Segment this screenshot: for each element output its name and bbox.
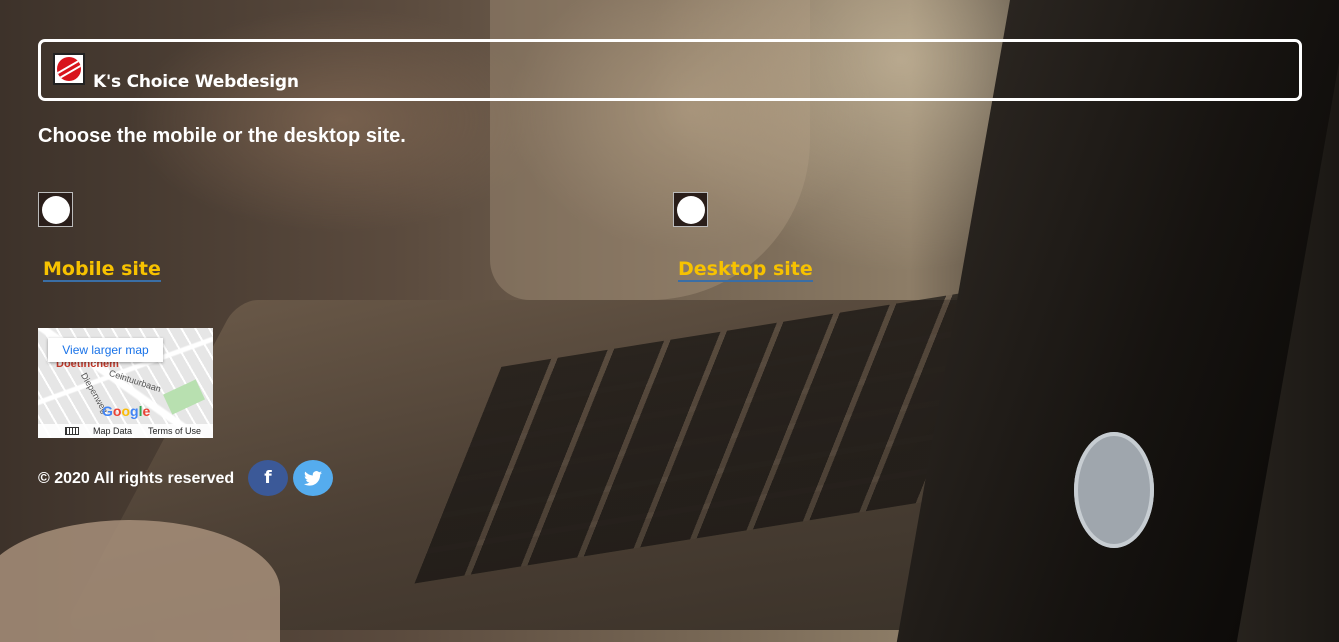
view-larger-map-link[interactable]: View larger map	[48, 338, 163, 362]
site-title: K's Choice Webdesign	[93, 72, 299, 92]
embedded-map[interactable]: Doetinchem Ceintuurbaan Diepenweg View l…	[38, 328, 213, 438]
desktop-site-link[interactable]: Desktop site	[678, 258, 813, 282]
map-park-area	[163, 379, 205, 415]
twitter-bird-icon	[304, 470, 322, 486]
twitter-icon[interactable]	[293, 460, 333, 496]
map-data-link[interactable]: Map Data	[93, 424, 132, 438]
map-footer-bar: Map Data Terms of Use	[38, 424, 213, 438]
ks-choice-logo-icon[interactable]	[53, 53, 85, 85]
facebook-icon[interactable]: f	[248, 460, 288, 496]
desktop-circle-icon[interactable]	[673, 192, 708, 227]
header-banner: K's Choice Webdesign	[38, 39, 1302, 101]
copyright-text: © 2020 All rights reserved	[38, 470, 235, 487]
map-street-label: Ceintuurbaan	[107, 367, 163, 395]
mobile-site-link[interactable]: Mobile site	[43, 258, 161, 282]
terms-of-use-link[interactable]: Terms of Use	[148, 424, 201, 438]
page-content: K's Choice Webdesign Choose the mobile o…	[0, 0, 1339, 642]
mobile-circle-icon[interactable]	[38, 192, 73, 227]
keyboard-shortcuts-icon[interactable]	[65, 427, 79, 435]
intro-heading: Choose the mobile or the desktop site.	[38, 125, 406, 147]
google-logo: Google	[102, 403, 151, 419]
